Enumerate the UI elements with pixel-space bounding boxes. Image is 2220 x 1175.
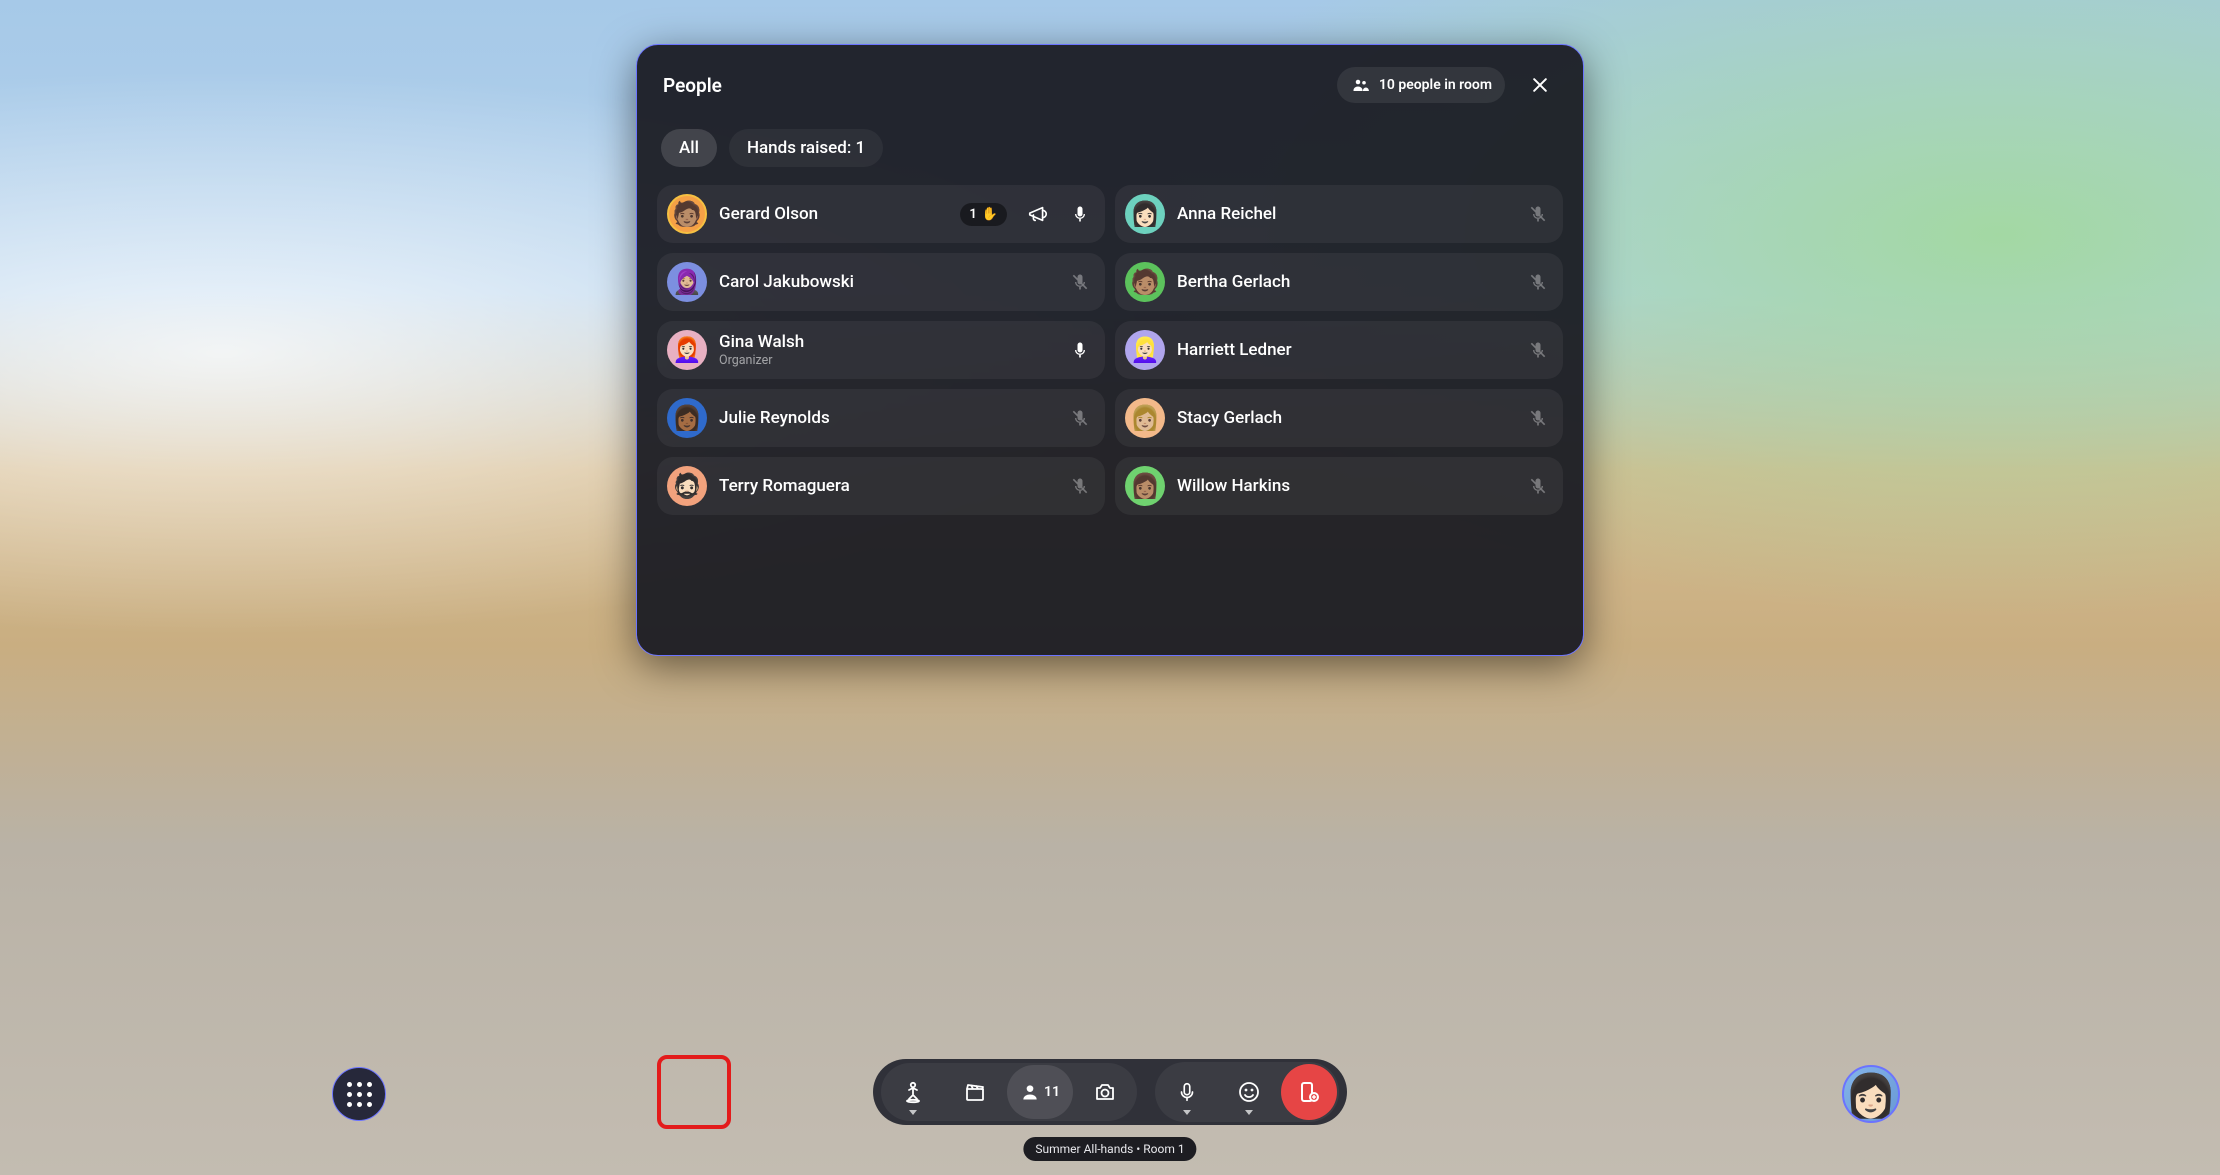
mic-on-icon[interactable] — [1069, 339, 1091, 361]
close-button[interactable] — [1523, 68, 1557, 102]
room-count-label: 10 people in room — [1379, 77, 1492, 93]
camera-icon — [1093, 1080, 1117, 1104]
person-row[interactable]: 👩🏻‍🦰 Gina Walsh Organizer — [657, 321, 1105, 379]
person-name-block: Anna Reichel — [1177, 204, 1515, 224]
person-name: Bertha Gerlach — [1177, 272, 1515, 292]
clapperboard-button[interactable] — [945, 1065, 1005, 1119]
leave-button[interactable] — [1281, 1064, 1337, 1120]
reactions-button[interactable] — [1219, 1065, 1279, 1119]
people-button[interactable]: 11 — [1007, 1065, 1073, 1119]
hand-count: 1 — [969, 207, 976, 222]
person-name: Harriett Ledner — [1177, 340, 1515, 360]
close-icon — [1530, 75, 1550, 95]
person-name-block: Gerard Olson — [719, 204, 948, 224]
megaphone-icon[interactable] — [1027, 203, 1049, 225]
mic-on-icon[interactable] — [1069, 203, 1091, 225]
hand-raised-pill: 1 ✋ — [960, 203, 1007, 226]
mic-muted-icon[interactable] — [1527, 271, 1549, 293]
person-row[interactable]: 👱🏻‍♀️ Harriett Ledner — [1115, 321, 1563, 379]
person-icon — [1020, 1082, 1040, 1102]
mic-muted-icon[interactable] — [1069, 271, 1091, 293]
person-row[interactable]: 🧕🏼 Carol Jakubowski — [657, 253, 1105, 311]
panel-header: People 10 people in room — [657, 67, 1563, 107]
person-row[interactable]: 🧑🏽 Gerard Olson 1 ✋ — [657, 185, 1105, 243]
person-row-icons: 1 ✋ — [960, 203, 1091, 226]
room-count-pill[interactable]: 10 people in room — [1337, 67, 1505, 103]
person-subtitle: Organizer — [719, 353, 1057, 368]
avatar-image: 👩🏻 — [1845, 1072, 1897, 1121]
panel-title: People — [663, 74, 722, 97]
camera-button[interactable] — [1075, 1065, 1135, 1119]
mic-muted-icon[interactable] — [1527, 203, 1549, 225]
person-name: Stacy Gerlach — [1177, 408, 1515, 428]
travel-button[interactable] — [883, 1065, 943, 1119]
people-panel: People 10 people in room All Hands raise… — [636, 44, 1584, 656]
mic-muted-icon[interactable] — [1527, 475, 1549, 497]
people-icon — [1350, 74, 1372, 96]
microphone-button[interactable] — [1157, 1065, 1217, 1119]
chip-all[interactable]: All — [661, 129, 717, 167]
person-name: Anna Reichel — [1177, 204, 1515, 224]
microphone-icon — [1176, 1081, 1198, 1103]
mic-muted-icon[interactable] — [1527, 407, 1549, 429]
person-row[interactable]: 👩🏼 Stacy Gerlach — [1115, 389, 1563, 447]
person-name: Carol Jakubowski — [719, 272, 1057, 292]
apps-menu-button[interactable] — [332, 1067, 386, 1121]
mic-muted-icon[interactable] — [1527, 339, 1549, 361]
apps-grid-icon — [347, 1082, 372, 1107]
panel-header-right: 10 people in room — [1337, 67, 1557, 103]
person-name: Terry Romaguera — [719, 476, 1057, 496]
self-avatar[interactable]: 👩🏻 — [1842, 1065, 1900, 1123]
person-name: Gerard Olson — [719, 204, 948, 224]
chip-hands-raised[interactable]: Hands raised: 1 — [729, 129, 883, 167]
person-name: Willow Harkins — [1177, 476, 1515, 496]
travel-icon — [901, 1080, 925, 1104]
filter-chips: All Hands raised: 1 — [661, 129, 1563, 167]
person-row[interactable]: 👩🏾 Julie Reynolds — [657, 389, 1105, 447]
clapperboard-icon — [963, 1080, 987, 1104]
leave-icon — [1297, 1080, 1321, 1104]
mic-muted-icon[interactable] — [1069, 407, 1091, 429]
people-grid: 🧑🏽 Gerard Olson 1 ✋ 👩🏻 Anna Reich — [657, 185, 1563, 515]
person-row[interactable]: 🧑🏽 Bertha Gerlach — [1115, 253, 1563, 311]
chevron-down-icon — [1183, 1110, 1191, 1115]
mic-muted-icon[interactable] — [1069, 475, 1091, 497]
people-count: 11 — [1044, 1084, 1060, 1100]
avatar: 🧑🏽 — [1125, 262, 1165, 302]
toolbar-group-right — [1155, 1062, 1339, 1122]
avatar: 👱🏻‍♀️ — [1125, 330, 1165, 370]
avatar: 👩🏼 — [1125, 398, 1165, 438]
avatar: 👩🏻‍🦰 — [667, 330, 707, 370]
chevron-down-icon — [909, 1110, 917, 1115]
avatar: 🧑🏽 — [667, 194, 707, 234]
person-name: Julie Reynolds — [719, 408, 1057, 428]
avatar: 👩🏽 — [1125, 466, 1165, 506]
room-tooltip: Summer All-hands • Room 1 — [1023, 1137, 1196, 1161]
hand-icon: ✋ — [982, 207, 998, 222]
avatar: 🧔🏻 — [667, 466, 707, 506]
avatar: 👩🏻 — [1125, 194, 1165, 234]
annotation-highlight — [657, 1055, 731, 1129]
person-row[interactable]: 👩🏻 Anna Reichel — [1115, 185, 1563, 243]
person-row[interactable]: 👩🏽 Willow Harkins — [1115, 457, 1563, 515]
person-name: Gina Walsh — [719, 332, 1057, 352]
avatar: 👩🏾 — [667, 398, 707, 438]
chevron-down-icon — [1245, 1110, 1253, 1115]
person-row[interactable]: 🧔🏻 Terry Romaguera — [657, 457, 1105, 515]
bottom-toolbar: 11 — [873, 1059, 1347, 1125]
smiley-icon — [1237, 1080, 1261, 1104]
avatar: 🧕🏼 — [667, 262, 707, 302]
toolbar-group-left: 11 — [881, 1063, 1137, 1121]
